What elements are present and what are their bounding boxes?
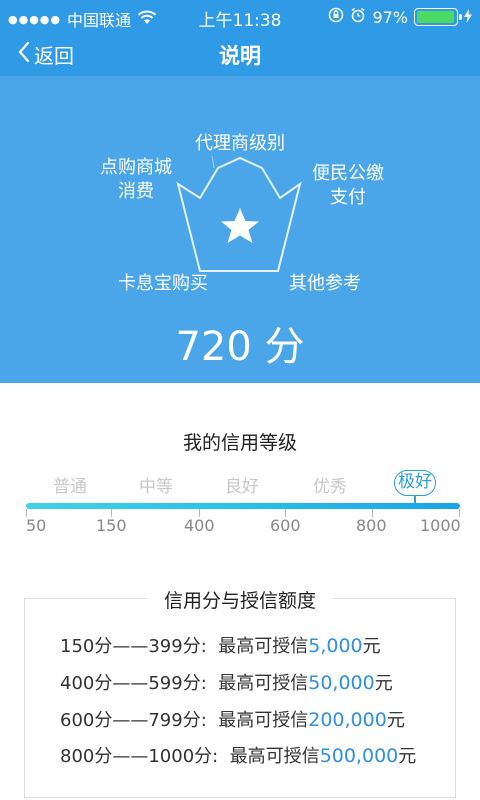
rotation-lock-icon <box>328 7 344 27</box>
quota-range: 600分——799分: <box>60 710 207 731</box>
star-icon <box>221 208 259 243</box>
quota-range: 800分——1000分: <box>60 746 219 767</box>
quota-unit: 元 <box>398 746 417 767</box>
label-public-payment: 便民公缴 支付 <box>312 163 384 208</box>
quota-text: 最高可授信 <box>218 710 309 731</box>
battery-icon <box>414 8 462 26</box>
tick-label-400: 400 <box>184 516 215 535</box>
tick-label-800: 800 <box>356 516 387 535</box>
level-good: 良好 <box>225 477 259 497</box>
quota-title-text: 信用分与授信额度 <box>145 590 334 612</box>
quota-text: 最高可授信 <box>218 636 309 657</box>
quota-amount: 50,000 <box>308 672 375 694</box>
status-right: 97% <box>328 7 472 27</box>
tick-label-600: 600 <box>270 516 301 535</box>
quota-range: 400分——599分: <box>60 673 207 694</box>
label-agent-level: 代理商级别 <box>195 133 285 154</box>
quota-title: 信用分与授信额度 <box>0 586 480 613</box>
quota-row: 600分——799分: 最高可授信200,000元 <box>60 706 405 732</box>
tick-label-1000: 1000 <box>420 516 461 535</box>
nav-bar: 返回 说明 <box>0 34 480 76</box>
level-excellent: 优秀 <box>313 477 347 497</box>
quota-amount: 200,000 <box>308 709 387 731</box>
battery-percent: 97% <box>372 7 408 27</box>
status-bar: ●●●●● 中国联通 上午11:38 97% <box>0 0 480 34</box>
label-mall-consumption: 点购商城 消费 <box>100 157 172 202</box>
level-normal: 普通 <box>53 477 87 497</box>
label-other-reference: 其他参考 <box>289 273 361 294</box>
quota-unit: 元 <box>374 673 393 694</box>
quota-text: 最高可授信 <box>218 673 309 694</box>
quota-row: 400分——599分: 最高可授信50,000元 <box>60 669 393 695</box>
credit-level-track <box>26 503 460 509</box>
label-card-purchase: 卡息宝购买 <box>118 273 208 294</box>
chevron-left-icon <box>18 41 30 68</box>
back-label: 返回 <box>34 44 74 68</box>
tick-label-150: 150 <box>96 516 127 535</box>
quota-text: 最高可授信 <box>229 746 320 767</box>
level-outstanding-active: 极好 <box>394 470 436 496</box>
alarm-icon <box>350 7 366 27</box>
quota-range: 150分——399分: <box>60 636 207 657</box>
quota-unit: 元 <box>362 636 381 657</box>
back-button[interactable]: 返回 <box>18 40 74 69</box>
quota-amount: 500,000 <box>319 745 399 767</box>
quota-row: 150分——399分: 最高可授信5,000元 <box>60 632 381 658</box>
quota-box <box>24 598 456 798</box>
credit-score: 720 分 <box>175 324 305 370</box>
quota-unit: 元 <box>386 710 405 731</box>
quota-amount: 5,000 <box>308 635 363 657</box>
credit-level-title: 我的信用等级 <box>182 432 297 454</box>
level-medium: 中等 <box>139 477 173 497</box>
quota-row: 800分——1000分: 最高可授信500,000元 <box>60 742 416 768</box>
bolt-icon <box>464 8 472 27</box>
credit-hero: 代理商级别 点购商城 消费 便民公缴 支付 卡息宝购买 其他参考 720 分 <box>0 76 480 383</box>
tick-label-50: 50 <box>26 516 47 535</box>
